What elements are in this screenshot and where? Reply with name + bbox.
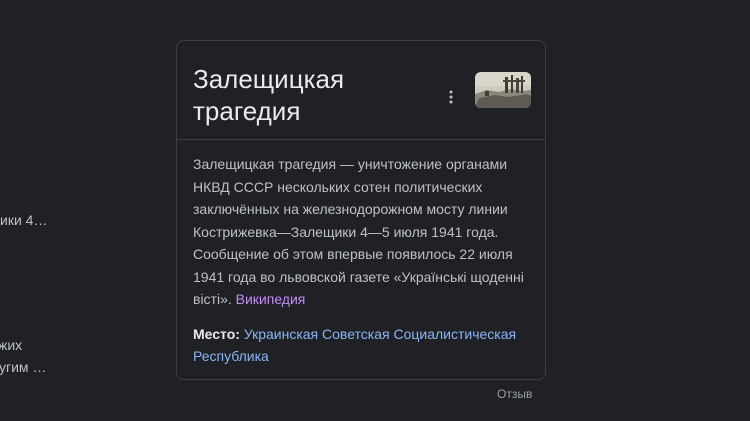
more-options-button[interactable] (439, 85, 463, 109)
more-vert-icon (449, 90, 453, 104)
panel-title-line: Залещицкая (193, 64, 345, 94)
panel-thumbnail-image[interactable] (475, 72, 531, 108)
fact-row-location: Место: Украинская Советская Социалистиче… (193, 323, 529, 368)
knowledge-panel-header: Залещицкая трагедия (177, 41, 545, 140)
knowledge-panel-body: Залещицкая трагедия — уничтожение органа… (177, 140, 545, 368)
knowledge-panel: Залещицкая трагедия Залещицкая трагедия … (176, 40, 546, 380)
result-snippet-fragment: жих (0, 337, 23, 353)
search-results-page: ики 4… жих угим … Залещицкая трагедия За… (0, 0, 750, 421)
result-snippet-fragment: угим … (0, 359, 47, 375)
fact-label: Место: (193, 325, 240, 342)
feedback-link[interactable]: Отзыв (497, 386, 532, 402)
result-snippet-fragment: ики 4… (0, 212, 48, 228)
bridge-photo-thumbnail (475, 72, 531, 108)
fact-value-link[interactable]: Украинская Советская Социалистическая Ре… (193, 326, 516, 365)
panel-description: Залещицкая трагедия — уничтожение органа… (193, 153, 529, 311)
panel-title: Залещицкая трагедия (193, 63, 433, 127)
wikipedia-source-link[interactable]: Википедия (236, 291, 306, 307)
description-text: Залещицкая трагедия — уничтожение органа… (193, 156, 524, 307)
panel-title-line: трагедия (193, 96, 301, 126)
